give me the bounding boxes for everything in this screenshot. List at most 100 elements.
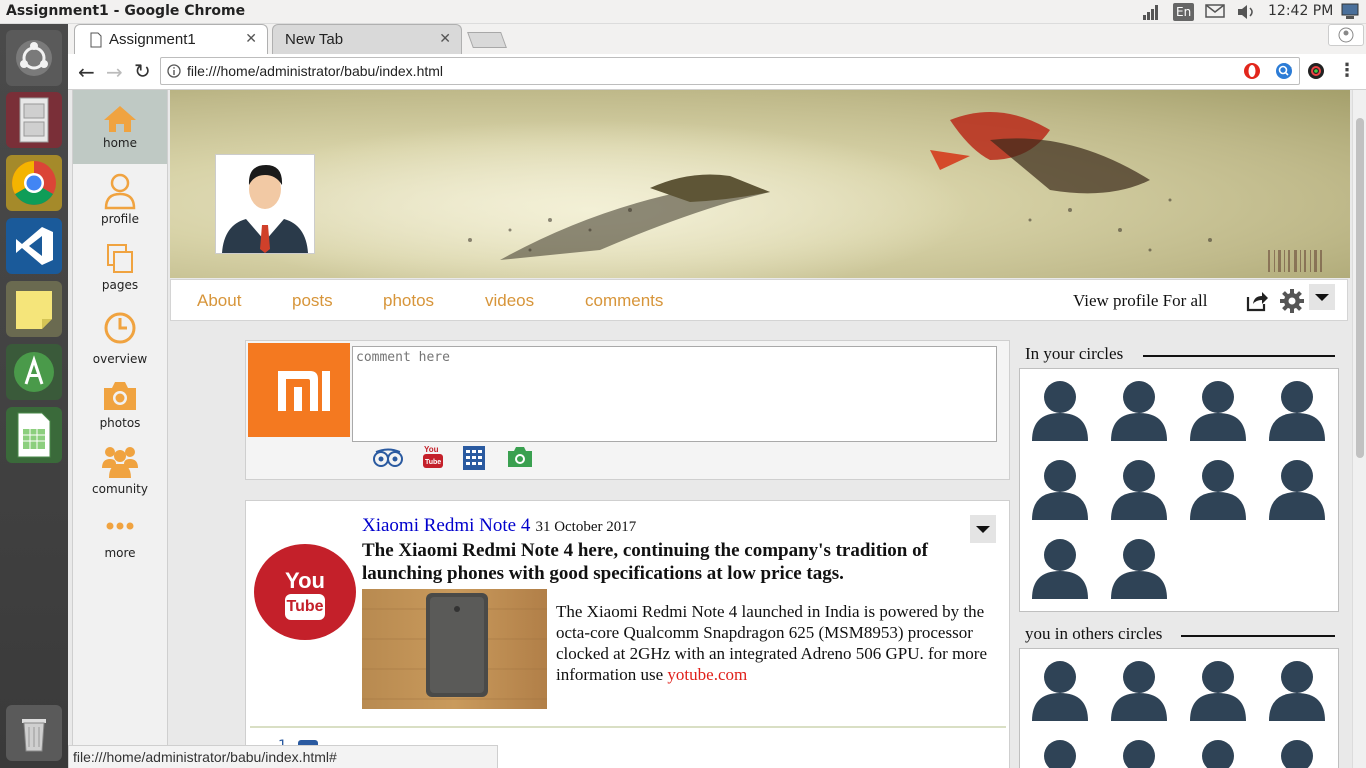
system-top-panel: Assignment1 - Google Chrome En 12:42 PM (0, 0, 1366, 24)
profile-avatar[interactable] (215, 154, 315, 254)
page-scrollbar[interactable] (1352, 90, 1366, 768)
sidebar-item-more[interactable]: more (73, 514, 167, 560)
session-menu-icon[interactable] (1340, 3, 1360, 21)
files-icon[interactable] (6, 92, 62, 148)
comment-input[interactable] (352, 346, 997, 442)
chrome-icon[interactable] (6, 155, 62, 211)
sidebar-item-label: pages (101, 278, 139, 292)
person-icon (1269, 661, 1325, 721)
sidebar-item-profile[interactable]: profile (73, 172, 167, 226)
circle-member-avatar[interactable] (1030, 377, 1090, 443)
svg-text:You: You (424, 445, 439, 454)
clock[interactable]: 12:42 PM (1268, 3, 1333, 21)
person-icon (1269, 460, 1325, 520)
address-bar[interactable]: file:///home/administrator/babu/index.ht… (160, 57, 1300, 85)
new-tab-button[interactable] (467, 32, 507, 48)
post-image[interactable] (362, 589, 547, 709)
vscode-icon[interactable] (6, 218, 62, 274)
person-icon (1032, 661, 1088, 721)
circle-member-avatar[interactable] (1267, 736, 1327, 768)
youtube-icon[interactable]: You Tube (422, 443, 444, 471)
chrome-menu-icon[interactable]: ⋮ (1338, 60, 1356, 81)
network-signal-icon[interactable] (1142, 3, 1160, 21)
post-link[interactable]: yotube.com (667, 665, 747, 684)
circle-member-avatar[interactable] (1267, 456, 1327, 522)
circle-member-avatar[interactable] (1030, 657, 1090, 723)
forward-arrow-icon[interactable]: → (106, 60, 123, 84)
tab-photos[interactable]: photos (383, 291, 434, 311)
circle-member-avatar[interactable] (1188, 456, 1248, 522)
user-icon (104, 173, 136, 210)
caret-down-icon (976, 526, 990, 533)
sidebar-item-photos[interactable]: photos (73, 378, 167, 430)
tab-posts[interactable]: posts (292, 291, 333, 311)
browser-tab-strip: Assignment1 ✕ New Tab ✕ (68, 24, 1366, 54)
close-tab-icon[interactable]: ✕ (439, 30, 451, 47)
circle-member-avatar[interactable] (1109, 736, 1169, 768)
circle-member-avatar[interactable] (1109, 456, 1169, 522)
sidebar-item-label: more (104, 546, 136, 560)
sidebar-item-pages[interactable]: pages (73, 242, 167, 292)
calculator-icon[interactable] (462, 445, 486, 471)
circle-member-avatar[interactable] (1030, 456, 1090, 522)
circle-member-avatar[interactable] (1109, 535, 1169, 601)
back-arrow-icon[interactable]: ← (78, 60, 95, 84)
sidebar-item-comunity[interactable]: comunity (73, 442, 167, 496)
camera-icon (104, 382, 136, 410)
reload-icon[interactable]: ↻ (134, 59, 151, 83)
circle-member-avatar[interactable] (1109, 377, 1169, 443)
circle-member-avatar[interactable] (1030, 535, 1090, 601)
sidebar-item-home[interactable]: home (73, 90, 167, 164)
circle-member-avatar[interactable] (1188, 736, 1248, 768)
person-icon (1044, 740, 1076, 768)
circle-member-avatar[interactable] (1188, 377, 1248, 443)
tab-assignment1[interactable]: Assignment1 ✕ (74, 24, 268, 54)
post-options-dropdown[interactable] (970, 515, 996, 543)
camera-icon[interactable] (506, 445, 534, 469)
you-in-others-circles-grid (1019, 648, 1339, 768)
spreadsheet-icon[interactable] (6, 407, 62, 463)
in-your-circles-label: In your circles (1025, 344, 1124, 363)
circle-member-avatar[interactable] (1267, 377, 1327, 443)
sidebar-item-overview[interactable]: overview (73, 308, 167, 366)
person-icon (1190, 661, 1246, 721)
youtube-avatar: You Tube (254, 544, 356, 640)
cover-artwork (210, 112, 1322, 278)
color-picker-extension-icon[interactable] (1307, 62, 1325, 80)
browser-toolbar: ← → ↻ file:///home/administrator/babu/in… (68, 54, 1366, 90)
profile-avatar-button[interactable] (1328, 24, 1364, 46)
circle-member-avatar[interactable] (1030, 736, 1090, 768)
close-tab-icon[interactable]: ✕ (245, 30, 257, 47)
businessman-avatar-icon (222, 165, 308, 253)
sticky-notes-icon[interactable] (6, 281, 62, 337)
person-icon (1281, 740, 1313, 768)
cover-photo (170, 90, 1350, 278)
mail-icon[interactable] (1205, 3, 1225, 21)
post-title-link[interactable]: Xiaomi Redmi Note 4 (362, 515, 530, 536)
circle-member-avatar[interactable] (1188, 657, 1248, 723)
post-headline: The Xiaomi Redmi Note 4 here, continuing… (362, 540, 928, 584)
tab-comments[interactable]: comments (585, 291, 663, 311)
trash-icon[interactable] (6, 705, 62, 761)
profile-options-dropdown[interactable] (1309, 284, 1335, 310)
search-extension-icon[interactable] (1275, 62, 1293, 80)
person-icon (1123, 740, 1155, 768)
home-icon (104, 106, 136, 132)
volume-icon[interactable] (1236, 3, 1258, 21)
circle-member-avatar[interactable] (1267, 657, 1327, 723)
tripadvisor-icon[interactable] (372, 447, 404, 469)
circle-member-avatar[interactable] (1109, 657, 1169, 723)
android-studio-icon[interactable] (6, 344, 62, 400)
tab-videos[interactable]: videos (485, 291, 534, 311)
scrollbar-thumb[interactable] (1356, 118, 1364, 458)
link-status-bubble: file:///home/administrator/babu/index.ht… (68, 745, 498, 768)
keyboard-layout-indicator[interactable]: En (1173, 3, 1195, 21)
tab-about[interactable]: About (197, 291, 241, 311)
gear-icon[interactable] (1279, 288, 1305, 314)
person-icon (1338, 27, 1354, 43)
tab-new-tab[interactable]: New Tab ✕ (272, 24, 462, 54)
ubuntu-dash-icon[interactable] (6, 30, 62, 86)
view-profile-label: View profile For all (1073, 291, 1208, 310)
share-icon[interactable] (1245, 289, 1269, 313)
opera-extension-icon[interactable] (1243, 62, 1261, 80)
